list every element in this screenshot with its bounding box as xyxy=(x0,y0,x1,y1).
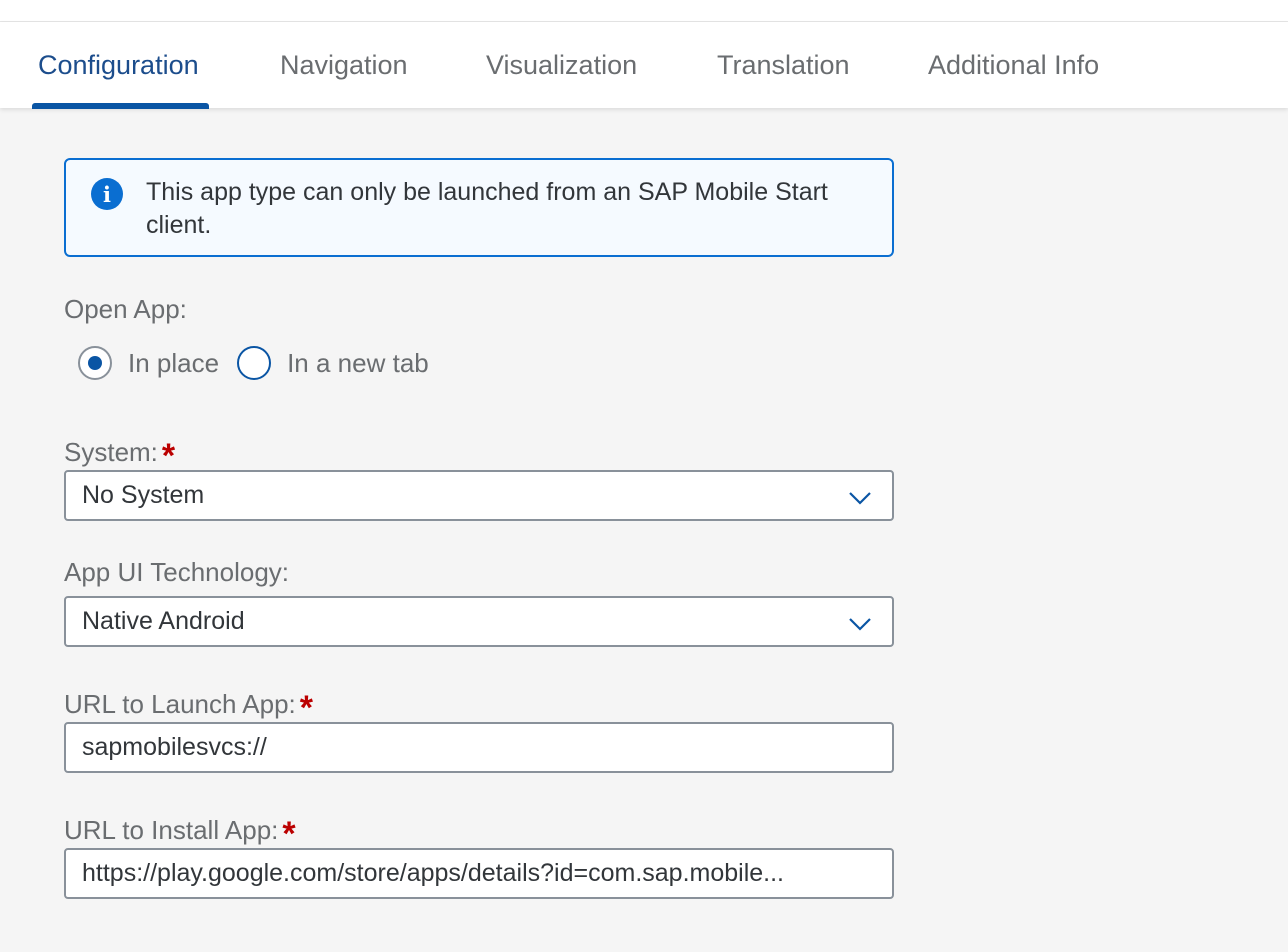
system-select-value: No System xyxy=(82,481,205,509)
tab-bar: Configuration Navigation Visualization T… xyxy=(0,22,1288,108)
launch-url-value: sapmobilesvcs:// xyxy=(82,733,267,761)
install-url-input[interactable]: https://play.google.com/store/apps/detai… xyxy=(64,848,894,899)
radio-in-place-label[interactable]: In place xyxy=(128,348,219,379)
ui-technology-select-value: Native Android xyxy=(82,607,245,635)
info-message-text: This app type can only be launched from … xyxy=(146,178,828,239)
tab-additional-info[interactable]: Additional Info xyxy=(928,22,1099,108)
system-select[interactable]: No System xyxy=(64,470,894,521)
info-message-strip: i This app type can only be launched fro… xyxy=(64,158,894,257)
install-url-label-row: URL to Install App: * xyxy=(64,809,296,853)
info-icon: i xyxy=(91,178,123,210)
ui-technology-label: App UI Technology: xyxy=(64,557,289,587)
launch-url-label-row: URL to Launch App: * xyxy=(64,683,313,727)
tab-translation[interactable]: Translation xyxy=(717,22,850,108)
system-label-row: System: * xyxy=(64,431,175,475)
tab-configuration[interactable]: Configuration xyxy=(38,22,199,108)
open-app-label: Open App: xyxy=(64,294,187,324)
active-tab-indicator xyxy=(32,103,209,109)
radio-selected-dot xyxy=(88,356,102,370)
radio-new-tab[interactable] xyxy=(237,346,272,380)
tab-navigation[interactable]: Navigation xyxy=(280,22,408,108)
radio-new-tab-label[interactable]: In a new tab xyxy=(287,348,429,379)
tab-visualization[interactable]: Visualization xyxy=(486,22,637,108)
launch-url-input[interactable]: sapmobilesvcs:// xyxy=(64,722,894,773)
launch-url-label: URL to Launch App: xyxy=(64,689,296,719)
chevron-down-icon[interactable] xyxy=(846,610,874,638)
install-url-label: URL to Install App: xyxy=(64,815,279,845)
top-strip xyxy=(0,0,1288,22)
system-label: System: xyxy=(64,437,158,467)
chevron-down-icon[interactable] xyxy=(846,484,874,512)
ui-technology-select[interactable]: Native Android xyxy=(64,596,894,647)
open-app-radio-group: In place In a new tab xyxy=(78,343,447,383)
radio-in-place[interactable] xyxy=(78,346,112,380)
install-url-value: https://play.google.com/store/apps/detai… xyxy=(82,859,785,887)
